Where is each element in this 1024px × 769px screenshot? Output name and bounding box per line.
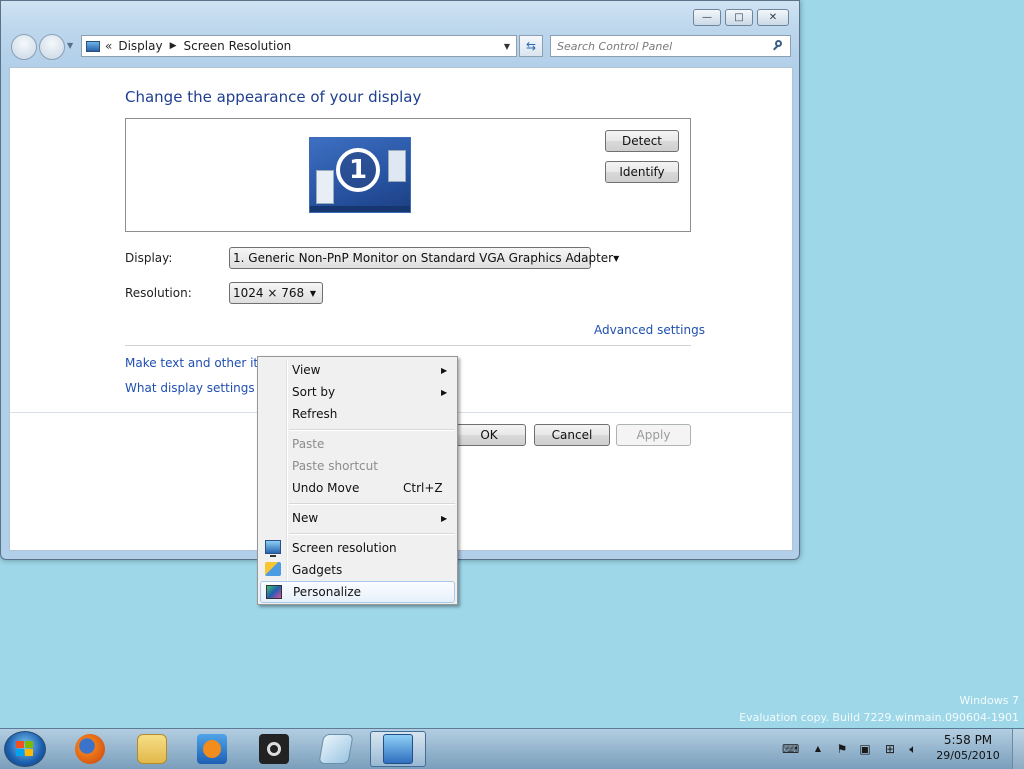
menu-item-paste-shortcut: Paste shortcut [260, 455, 455, 477]
advanced-settings-link[interactable]: Advanced settings [594, 323, 705, 337]
menu-item-gadgets[interactable]: Gadgets [260, 559, 455, 581]
menu-item-label: View [292, 363, 321, 377]
menu-item-view[interactable]: View ▶ [260, 359, 455, 381]
volume-icon[interactable]: 🔈︎ [905, 742, 921, 756]
show-hidden-icons-icon[interactable]: ▲ [810, 742, 826, 756]
menu-item-label: Paste [292, 437, 325, 451]
menu-item-label: Personalize [293, 585, 362, 599]
maximize-button[interactable]: □ [725, 9, 753, 26]
breadcrumb-separator-icon[interactable]: ▶ [170, 41, 177, 51]
action-center-flag-icon[interactable]: ⚑ [834, 742, 850, 756]
watermark-build: Evaluation copy. Build 7229.winmain.0906… [739, 711, 1019, 724]
monitor-number: 1 [336, 148, 380, 192]
display-label: Display: [125, 251, 173, 265]
submenu-arrow-icon: ▶ [441, 365, 448, 375]
menu-item-label: Sort by [292, 385, 336, 399]
notepad-icon [318, 734, 354, 764]
search-input[interactable] [557, 37, 762, 55]
start-button[interactable] [4, 731, 46, 767]
menu-item-refresh[interactable]: Refresh [260, 403, 455, 425]
taskbar: ⌨ ▲ ⚑ ▣ ⊞ 🔈︎ 5:58 PM 29/05/2010 [0, 728, 1024, 769]
minimize-button[interactable]: — [693, 9, 721, 26]
back-button[interactable] [11, 34, 37, 60]
taskbar-windows-explorer[interactable] [124, 731, 180, 767]
forward-button[interactable] [39, 34, 65, 60]
windows-explorer-icon [137, 734, 167, 764]
thumbnail-window-left [316, 170, 334, 204]
menu-item-label: Paste shortcut [292, 459, 378, 473]
thumbnail-taskbar [310, 206, 410, 212]
submenu-arrow-icon: ▶ [441, 513, 448, 523]
camera-icon [259, 734, 289, 764]
device-icon[interactable]: ▣ [857, 742, 873, 756]
divider [125, 345, 691, 346]
page-title: Change the appearance of your display [125, 88, 422, 106]
taskbar-notepad[interactable] [308, 731, 364, 767]
refresh-icon: ⇆ [525, 39, 537, 53]
cancel-button[interactable]: Cancel [534, 424, 610, 446]
menu-separator [289, 503, 455, 504]
gadgets-icon [265, 562, 281, 576]
breadcrumb-screen-resolution[interactable]: Screen Resolution [184, 39, 292, 53]
close-button[interactable]: ✕ [757, 9, 789, 26]
display-dropdown[interactable]: 1. Generic Non-PnP Monitor on Standard V… [229, 247, 619, 269]
watermark-os-name: Windows 7 [959, 694, 1019, 707]
chevron-down-icon: ▼ [613, 253, 620, 263]
control-panel-icon [383, 734, 413, 764]
keyboard-icon[interactable]: ⌨ [782, 742, 799, 756]
menu-separator [289, 429, 455, 430]
menu-item-personalize[interactable]: Personalize [260, 581, 455, 603]
control-panel-icon [86, 40, 100, 52]
clock-time[interactable]: 5:58 PM [936, 733, 1000, 747]
firefox-icon [75, 734, 105, 764]
menu-item-shortcut: Ctrl+Z [403, 481, 443, 495]
menu-item-sort-by[interactable]: Sort by ▶ [260, 381, 455, 403]
resolution-dropdown[interactable]: 1024 × 768 ▼ [229, 282, 323, 304]
thumbnail-window-right [388, 150, 406, 182]
search-box[interactable] [550, 35, 791, 57]
menu-separator [289, 533, 455, 534]
recent-pages-dropdown-icon[interactable]: ▼ [67, 41, 73, 50]
resolution-value: 1024 × 768 [233, 286, 305, 300]
monitor-1-thumbnail[interactable]: 1 [309, 137, 411, 213]
menu-item-paste: Paste [260, 433, 455, 455]
display-value: 1. Generic Non-PnP Monitor on Standard V… [233, 251, 614, 265]
window-controls: — □ ✕ [693, 9, 789, 29]
monitor-preview-box: 1 Detect Identify [125, 118, 691, 232]
chevron-down-icon: ▼ [309, 288, 316, 298]
ok-button[interactable]: OK [452, 424, 526, 446]
refresh-button[interactable]: ⇆ [519, 35, 543, 57]
apply-button: Apply [616, 424, 691, 446]
search-icon[interactable] [772, 40, 784, 52]
clock-date[interactable]: 29/05/2010 [934, 749, 1002, 762]
windows-logo-icon [16, 741, 34, 757]
breadcrumb-display[interactable]: Display [118, 39, 162, 53]
identify-button[interactable]: Identify [605, 161, 679, 183]
screen-resolution-icon [265, 540, 281, 557]
address-bar[interactable]: « Display ▶ Screen Resolution ▼ [81, 35, 517, 57]
taskbar-media-player[interactable] [184, 731, 240, 767]
submenu-arrow-icon: ▶ [441, 387, 448, 397]
menu-item-label: New [292, 511, 319, 525]
menu-item-label: Gadgets [292, 563, 343, 577]
detect-button[interactable]: Detect [605, 130, 679, 152]
show-desktop-button[interactable] [1012, 729, 1024, 769]
menu-item-new[interactable]: New ▶ [260, 507, 455, 529]
menu-item-label: Refresh [292, 407, 338, 421]
media-player-icon [197, 734, 227, 764]
taskbar-firefox[interactable] [62, 731, 118, 767]
taskbar-camera[interactable] [246, 731, 302, 767]
desktop-context-menu: View ▶ Sort by ▶ Refresh Paste Paste sho… [257, 356, 458, 605]
menu-item-undo-move[interactable]: Undo Move Ctrl+Z [260, 477, 455, 499]
personalize-icon [266, 585, 282, 599]
network-icon[interactable]: ⊞ [882, 742, 898, 756]
menu-item-label: Screen resolution [292, 541, 397, 555]
taskbar-control-panel[interactable] [370, 731, 426, 767]
resolution-label: Resolution: [125, 286, 192, 300]
address-dropdown-icon[interactable]: ▼ [504, 42, 510, 51]
menu-item-screen-resolution[interactable]: Screen resolution [260, 537, 455, 559]
menu-item-label: Undo Move [292, 481, 360, 495]
address-chevron[interactable]: « [105, 39, 112, 53]
